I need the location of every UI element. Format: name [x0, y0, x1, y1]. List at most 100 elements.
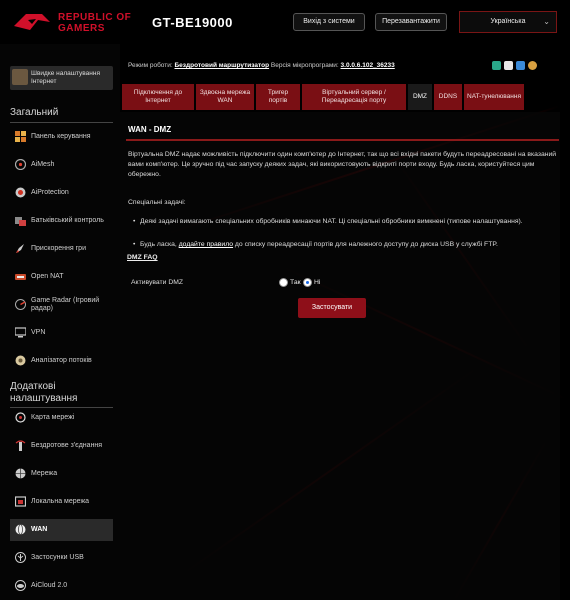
- tab-nat-passthrough[interactable]: NAT-тунелювання: [464, 84, 524, 110]
- enable-dmz-yes-radio[interactable]: [279, 278, 288, 287]
- mode-value-link[interactable]: Бездротовий маршрутизатор: [175, 62, 270, 69]
- dmz-faq-link[interactable]: DMZ FAQ: [127, 254, 158, 261]
- globe-icon: [15, 468, 26, 479]
- quick-setup-button[interactable]: Швидке налаштування Інтернет: [10, 66, 113, 90]
- sidebar-item-game-boost[interactable]: Прискорення гри: [10, 238, 113, 260]
- sidebar-item-label: Open NAT: [31, 273, 64, 280]
- network-map-icon: [15, 412, 26, 423]
- sidebar-item-network[interactable]: Мережа: [10, 463, 113, 485]
- parental-control-icon: [15, 217, 26, 226]
- title-divider: [126, 139, 559, 141]
- firmware-label: Версія мікропрограми:: [270, 62, 339, 69]
- add-rule-link[interactable]: додайте правило: [179, 241, 233, 248]
- sidebar: Швидке налаштування Інтернет Загальний П…: [0, 44, 120, 600]
- sidebar-item-game-radar[interactable]: Game Radar (Ігровий радар): [10, 294, 113, 320]
- aimesh-icon: [15, 159, 26, 170]
- sidebar-item-label: VPN: [31, 329, 46, 336]
- sidebar-item-wan[interactable]: WAN: [10, 519, 113, 541]
- header: REPUBLIC OF GAMERS GT-BE19000 Вихід з си…: [0, 0, 570, 44]
- general-divider: [10, 122, 113, 123]
- sidebar-item-wireless[interactable]: Бездротове з'єднання: [10, 435, 113, 457]
- brand-line1: REPUBLIC OF: [58, 12, 132, 23]
- tab-dual-wan[interactable]: Здвоєна мережа WAN: [196, 84, 254, 110]
- vpn-icon: [15, 327, 26, 338]
- chevron-down-icon: ⌄: [543, 17, 550, 26]
- radar-icon: [15, 299, 26, 310]
- wifi-status-icon[interactable]: [516, 61, 525, 70]
- sidebar-item-label: Карта мережі: [31, 414, 75, 421]
- tab-port-trigger[interactable]: Тригер портів: [256, 84, 300, 110]
- language-value: Українська: [490, 18, 526, 25]
- wireless-icon: [15, 440, 26, 451]
- tab-ddns[interactable]: DDNS: [434, 84, 462, 110]
- sidebar-item-vpn[interactable]: VPN: [10, 322, 113, 344]
- sidebar-item-lan[interactable]: Локальна мережа: [10, 491, 113, 513]
- status-bar: Режим роботи: Бездротовий маршрутизатор …: [128, 62, 548, 72]
- enable-dmz-no-radio[interactable]: [303, 278, 312, 287]
- tab-bar: Підключення до Інтернет Здвоєна мережа W…: [120, 84, 570, 110]
- sidebar-item-network-map[interactable]: Карта мережі: [10, 407, 113, 429]
- apply-button[interactable]: Застосувати: [298, 298, 366, 318]
- rog-eye-icon: [14, 14, 50, 30]
- enable-dmz-label: Активувати DMZ: [131, 279, 184, 286]
- usb-icon: [15, 552, 26, 563]
- main-content: WAN - DMZ Віртуальна DMZ надає можливіст…: [120, 112, 560, 600]
- gear-icon[interactable]: [528, 61, 537, 70]
- sidebar-item-label: Game Radar (Ігровий радар): [31, 297, 100, 312]
- special-apps-title: Спеціальні задачі:: [128, 199, 186, 206]
- lan-icon: [15, 496, 26, 507]
- sidebar-item-usb[interactable]: Застосунки USB: [10, 547, 113, 569]
- sidebar-item-label: Прискорення гри: [31, 245, 86, 252]
- sidebar-item-label: Панель керування: [31, 133, 91, 140]
- sidebar-item-label: Мережа: [31, 470, 58, 477]
- quick-setup-icon: [12, 69, 28, 85]
- tab-internet-connection[interactable]: Підключення до Інтернет: [122, 84, 194, 110]
- dashboard-icon: [15, 131, 26, 142]
- language-select[interactable]: Українська ⌄: [459, 11, 557, 33]
- traffic-analyzer-icon: [15, 355, 26, 366]
- enable-dmz-row: Активувати DMZ Так Ні: [126, 272, 559, 294]
- usb-status-icon[interactable]: [504, 61, 513, 70]
- rog-logo[interactable]: REPUBLIC OF GAMERS: [12, 8, 152, 38]
- general-section-title: Загальний: [10, 107, 59, 118]
- special-apps-bullet-2: Будь ласка, додайте правило до списку пе…: [133, 240, 540, 250]
- sidebar-item-parental-control[interactable]: Батьківський контроль: [10, 210, 113, 232]
- tab-dmz[interactable]: DMZ: [408, 84, 432, 110]
- sidebar-item-label: Бездротове з'єднання: [31, 442, 103, 449]
- reboot-button[interactable]: Перезавантажити: [375, 13, 447, 31]
- page-title: WAN - DMZ: [128, 125, 172, 134]
- shield-icon: [15, 187, 26, 198]
- sidebar-item-aiprotection[interactable]: AiProtection: [10, 182, 113, 204]
- sidebar-item-label: AiCloud 2.0: [31, 582, 68, 589]
- sidebar-item-label: Локальна мережа: [31, 498, 90, 505]
- router-model: GT-BE19000: [152, 15, 233, 30]
- network-status-icon[interactable]: [492, 61, 501, 70]
- open-nat-icon: [15, 274, 26, 280]
- special-apps-bullet-1: Деякі задачі вимагають спеціальних оброб…: [133, 217, 540, 227]
- sidebar-item-label: AiProtection: [31, 189, 69, 196]
- rocket-icon: [16, 244, 24, 253]
- sidebar-item-label: AiMesh: [31, 161, 55, 168]
- mode-label: Режим роботи:: [128, 62, 173, 69]
- sidebar-item-label: WAN: [31, 526, 48, 533]
- dmz-description: Віртуальна DMZ надає можливість підключи…: [128, 151, 557, 178]
- sidebar-item-aimesh[interactable]: AiMesh: [10, 154, 113, 176]
- status-icons: [492, 60, 542, 72]
- tab-virtual-server[interactable]: Віртуальний сервер / Переадресація порту: [302, 84, 406, 110]
- advanced-section-title: Додаткові налаштування: [10, 381, 78, 404]
- logout-button[interactable]: Вихід з системи: [293, 13, 365, 31]
- wan-globe-icon: [15, 524, 26, 535]
- sidebar-item-aicloud[interactable]: AiCloud 2.0: [10, 575, 113, 597]
- enable-dmz-yes-label: Так: [290, 279, 301, 286]
- sidebar-item-dashboard[interactable]: Панель керування: [10, 126, 113, 148]
- quick-setup-label: Швидке налаштування Інтернет: [31, 70, 100, 85]
- sidebar-item-open-nat[interactable]: Open NAT: [10, 266, 113, 288]
- sidebar-item-traffic-analyzer[interactable]: Аналізатор потоків: [10, 350, 113, 372]
- brand-line2: GAMERS: [58, 23, 105, 34]
- sidebar-item-label: Батьківський контроль: [31, 217, 104, 224]
- sidebar-item-label: Застосунки USB: [31, 554, 84, 561]
- sidebar-item-label: Аналізатор потоків: [31, 357, 92, 364]
- enable-dmz-no-label: Ні: [314, 279, 321, 286]
- firmware-value-link[interactable]: 3.0.0.6.102_36233: [341, 62, 395, 69]
- cloud-icon: [15, 580, 26, 591]
